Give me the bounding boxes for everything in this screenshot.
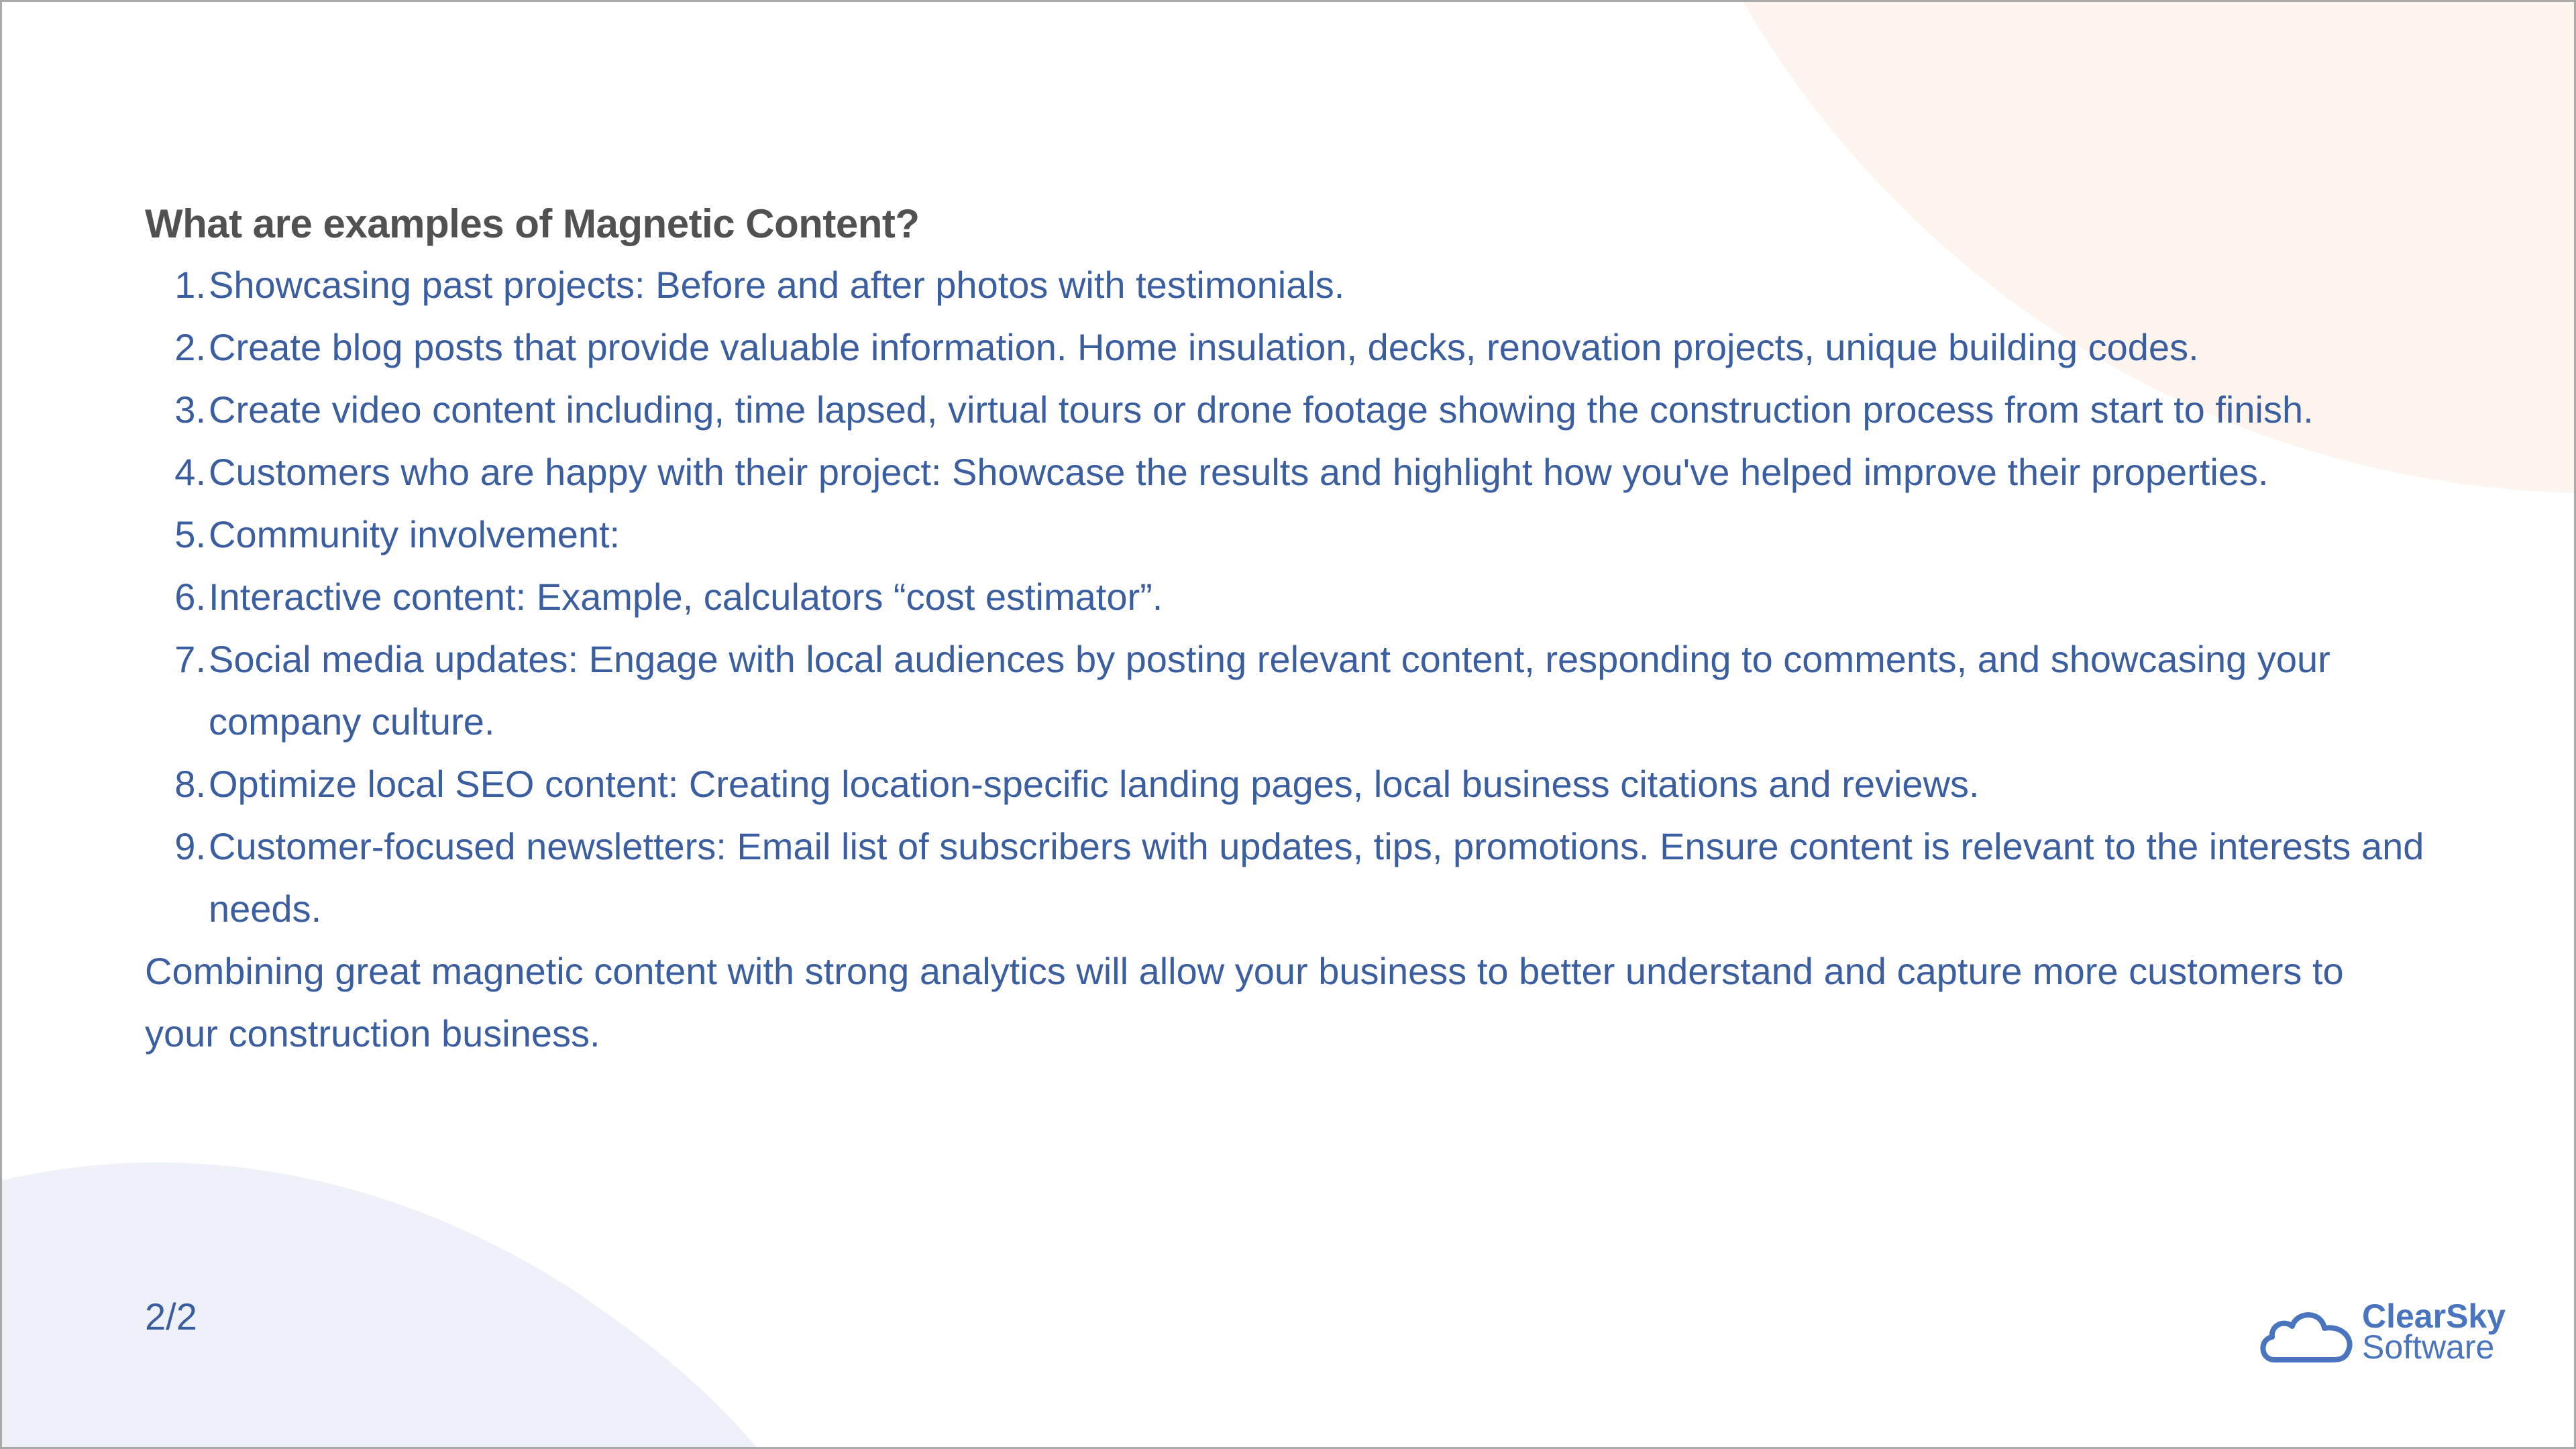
list-item: 8. Optimize local SEO content: Creating l… (145, 753, 2426, 815)
clearsky-logo: ClearSky Software (2257, 1298, 2506, 1365)
examples-list: 1. Showcasing past projects: Before and a… (145, 254, 2426, 940)
item-number: 5. (174, 513, 206, 555)
page-title: What are examples of Magnetic Content? (145, 201, 920, 246)
item-text: Social media updates: Engage with local … (209, 638, 2330, 743)
cloud-icon (2260, 1312, 2353, 1362)
list-item: 4. Customers who are happy with their pro… (145, 441, 2426, 503)
closing-paragraph: Combining great magnetic content with st… (145, 950, 2344, 1055)
list-item: 9. Customer-focused newsletters: Email li… (145, 815, 2426, 940)
logo-text: ClearSky Software (2362, 1297, 2506, 1366)
item-text: Optimize local SEO content: Creating loc… (209, 763, 1980, 805)
item-text: Community involvement: (209, 513, 621, 555)
list-item: 3. Create video content including, time l… (145, 378, 2426, 441)
list-item: 2. Create blog posts that provide valuabl… (145, 316, 2426, 378)
item-number: 7. (174, 638, 206, 680)
item-text: Create blog posts that provide valuable … (209, 326, 2199, 368)
list-item: 7. Social media updates: Engage with loca… (145, 628, 2426, 753)
blue-blob (0, 1162, 758, 1449)
item-text: Create video content including, time lap… (209, 388, 2314, 431)
slide-content: What are examples of Magnetic Content? 1… (145, 195, 2426, 1065)
logo-line1: ClearSky (2362, 1297, 2506, 1335)
item-text: Customer-focused newsletters: Email list… (209, 825, 2424, 930)
item-number: 9. (174, 825, 206, 867)
list-item: 6. Interactive content: Example, calculat… (145, 566, 2426, 628)
item-number: 3. (174, 388, 206, 431)
list-item: 5. Community involvement: (145, 503, 2426, 566)
item-text: Customers who are happy with their proje… (209, 451, 2269, 493)
item-number: 8. (174, 763, 206, 805)
list-item: 1. Showcasing past projects: Before and a… (145, 254, 2426, 316)
item-number: 1. (174, 264, 206, 306)
item-text: Interactive content: Example, calculator… (209, 576, 1163, 618)
logo-line2: Software (2362, 1328, 2495, 1366)
item-text: Showcasing past projects: Before and aft… (209, 264, 1345, 306)
page-number: 2/2 (145, 1295, 197, 1338)
item-number: 4. (174, 451, 206, 493)
item-number: 2. (174, 326, 206, 368)
item-number: 6. (174, 576, 206, 618)
